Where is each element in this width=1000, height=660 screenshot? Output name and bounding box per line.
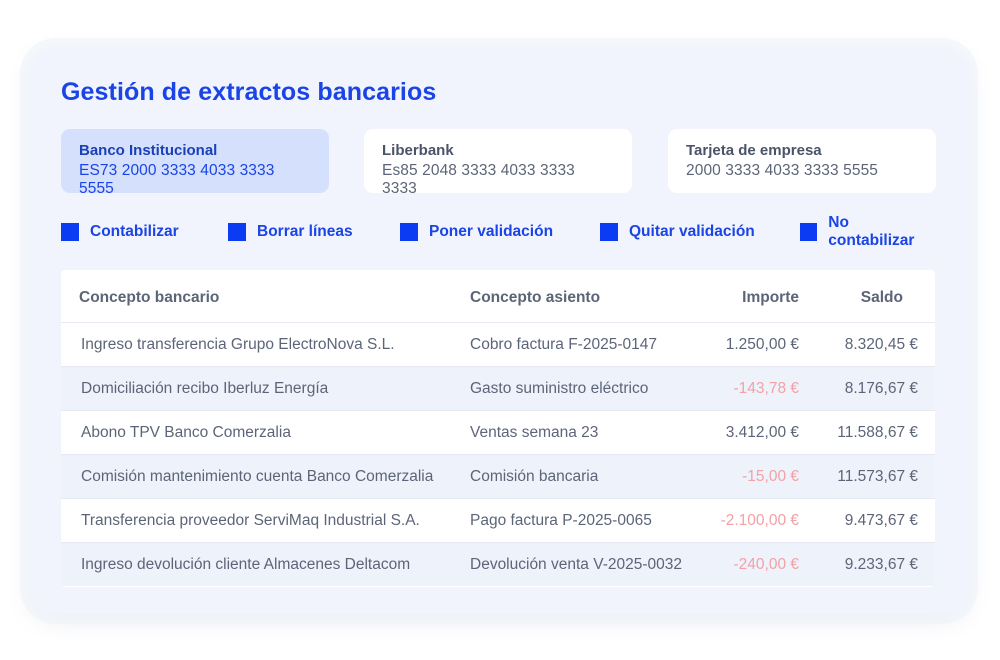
account-selector: Banco Institucional ES73 2000 3333 4033 … <box>61 129 936 197</box>
account-tab-banco-institucional[interactable]: Banco Institucional ES73 2000 3333 4033 … <box>61 129 329 197</box>
header-importe[interactable]: Importe <box>701 289 799 307</box>
square-icon <box>800 223 818 241</box>
header-concepto-bancario[interactable]: Concepto bancario <box>79 289 219 307</box>
action-label: Borrar líneas <box>257 223 353 240</box>
square-icon <box>61 223 79 241</box>
action-toolbar: Contabilizar Borrar líneas Poner validac… <box>61 214 935 249</box>
cell-importe: 1.250,00 € <box>725 336 799 353</box>
bank-statements-card: Gestión de extractos bancarios Banco Ins… <box>30 48 968 614</box>
square-icon <box>600 223 618 241</box>
account-iban: Es85 2048 3333 4033 3333 3333 <box>382 162 575 197</box>
cell-importe: -15,00 € <box>742 468 799 485</box>
account-tab-tarjeta-empresa[interactable]: Tarjeta de empresa 2000 3333 4033 3333 5… <box>668 129 936 193</box>
table-row[interactable]: Transferencia proveedor ServiMaq Industr… <box>61 498 935 542</box>
cell-concepto-asiento: Cobro factura F-2025-0147 <box>470 336 657 353</box>
page-title: Gestión de extractos bancarios <box>61 78 437 106</box>
cell-importe: -2.100,00 € <box>720 512 799 529</box>
cell-concepto-bancario: Ingreso transferencia Grupo ElectroNova … <box>81 336 395 353</box>
header-saldo[interactable]: Saldo <box>821 289 903 307</box>
cell-saldo: 9.473,67 € <box>844 512 918 529</box>
account-tab-liberbank[interactable]: Liberbank Es85 2048 3333 4033 3333 3333 <box>364 129 632 197</box>
contabilizar-button[interactable]: Contabilizar <box>61 222 179 242</box>
no-contabilizar-button[interactable]: No contabilizar <box>800 214 935 249</box>
cell-concepto-bancario: Comisión mantenimiento cuenta Banco Come… <box>81 468 434 485</box>
cell-importe: -240,00 € <box>733 556 800 573</box>
account-iban: 2000 3333 4033 3333 5555 <box>686 162 879 179</box>
cell-concepto-asiento: Ventas semana 23 <box>470 424 599 441</box>
cell-saldo: 11.573,67 € <box>837 468 918 485</box>
table-row[interactable]: Domiciliación recibo Iberluz Energía Gas… <box>61 366 935 410</box>
cell-importe: 3.412,00 € <box>725 424 799 441</box>
bank-lines-table: Concepto bancario Concepto asiento Impor… <box>61 270 935 587</box>
cell-concepto-bancario: Transferencia proveedor ServiMaq Industr… <box>81 512 420 529</box>
square-icon <box>400 223 418 241</box>
table-row[interactable]: Comisión mantenimiento cuenta Banco Come… <box>61 454 935 498</box>
cell-saldo: 8.320,45 € <box>844 336 918 353</box>
cell-saldo: 8.176,67 € <box>844 380 918 397</box>
square-icon <box>228 223 246 241</box>
action-label: Contabilizar <box>90 223 179 240</box>
table-row[interactable]: Ingreso transferencia Grupo ElectroNova … <box>61 322 935 366</box>
cell-saldo: 9.233,67 € <box>844 556 918 573</box>
action-label: No contabilizar <box>828 214 915 249</box>
cell-concepto-asiento: Comisión bancaria <box>470 468 599 485</box>
table-row[interactable]: Ingreso devolución cliente Almacenes Del… <box>61 542 935 586</box>
table-row[interactable]: Abono TPV Banco Comerzalia Ventas semana… <box>61 410 935 454</box>
cell-concepto-bancario: Abono TPV Banco Comerzalia <box>81 424 291 441</box>
action-label: Poner validación <box>429 223 554 240</box>
cell-saldo: 11.588,67 € <box>837 424 918 441</box>
table-header: Concepto bancario Concepto asiento Impor… <box>61 270 935 322</box>
cell-concepto-asiento: Pago factura P-2025-0065 <box>470 512 652 529</box>
cell-importe: -143,78 € <box>733 380 800 397</box>
action-label: Quitar validación <box>629 223 755 240</box>
cell-concepto-asiento: Devolución venta V-2025-0032 <box>470 556 682 573</box>
header-concepto-asiento[interactable]: Concepto asiento <box>470 289 600 307</box>
account-iban: ES73 2000 3333 4033 3333 5555 <box>79 162 275 197</box>
account-name: Tarjeta de empresa <box>686 142 822 159</box>
cell-concepto-bancario: Ingreso devolución cliente Almacenes Del… <box>81 556 411 573</box>
account-name: Banco Institucional <box>79 142 218 159</box>
cell-concepto-asiento: Gasto suministro eléctrico <box>470 380 649 397</box>
borrar-lineas-button[interactable]: Borrar líneas <box>228 222 353 242</box>
account-name: Liberbank <box>382 142 454 159</box>
quitar-validacion-button[interactable]: Quitar validación <box>600 222 755 242</box>
cell-concepto-bancario: Domiciliación recibo Iberluz Energía <box>81 380 329 397</box>
poner-validacion-button[interactable]: Poner validación <box>400 222 553 242</box>
